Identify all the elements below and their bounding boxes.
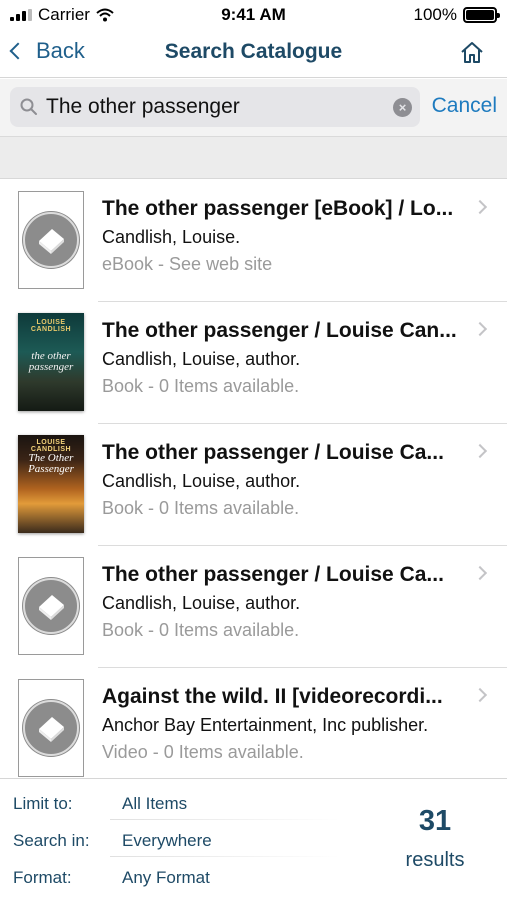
- filter-divider: [110, 856, 340, 857]
- result-row[interactable]: LOUISE CANDLISH The Other Passenger The …: [0, 424, 507, 546]
- cover-author: LOUISE CANDLISH: [30, 439, 72, 453]
- result-format: Book - 0 Items available.: [102, 498, 300, 518]
- result-author: Candlish, Louise.: [102, 227, 241, 247]
- results-header-band: [0, 137, 507, 179]
- result-author: Candlish, Louise, author.: [102, 471, 301, 491]
- search-field[interactable]: ×: [10, 87, 420, 127]
- result-format: eBook - See web site: [102, 254, 273, 274]
- result-row[interactable]: Against the wild. II [videorecordi... An…: [0, 668, 507, 778]
- result-row[interactable]: The other passenger [eBook] / Lo... Cand…: [0, 180, 507, 302]
- cover-author: LOUISE CANDLISH: [30, 319, 72, 333]
- chevron-right-icon: [472, 199, 488, 215]
- result-format: Book - 0 Items available.: [102, 620, 300, 640]
- status-right: 100%: [413, 5, 500, 25]
- cover-title: The Other Passenger: [28, 452, 74, 475]
- clear-x-icon: ×: [398, 100, 407, 115]
- book-icon: [23, 578, 79, 634]
- status-bar: Carrier 9:41 AM 100%: [0, 0, 507, 30]
- battery-percent: 100%: [413, 5, 457, 24]
- result-format: Book - 0 Items available.: [102, 376, 300, 396]
- filter-value: Everywhere: [122, 831, 212, 850]
- result-author: Anchor Bay Entertainment, Inc publisher.: [102, 715, 429, 735]
- result-format: Video - 0 Items available.: [102, 742, 304, 762]
- search-input[interactable]: [46, 93, 386, 121]
- filter-divider: [110, 819, 340, 820]
- filter-label: Limit to:: [13, 794, 73, 813]
- cover-title: the other passenger: [28, 350, 74, 373]
- home-icon: [461, 42, 483, 63]
- search-bar: × Cancel: [0, 79, 507, 137]
- chevron-right-icon: [472, 565, 488, 581]
- results-list[interactable]: The other passenger [eBook] / Lo... Cand…: [0, 180, 507, 778]
- filter-bar: Limit to: All Items Search in: Everywher…: [0, 778, 507, 900]
- result-title: The other passenger [eBook] / Lo...: [102, 197, 454, 220]
- filter-label: Search in:: [13, 831, 90, 850]
- filter-value: All Items: [122, 794, 188, 813]
- result-title: The other passenger / Louise Ca...: [102, 441, 444, 464]
- page-title: Search Catalogue: [164, 40, 343, 63]
- magnifier-icon: [20, 98, 37, 115]
- results-label: results: [405, 849, 465, 871]
- clear-search-button[interactable]: ×: [393, 98, 412, 117]
- book-icon: [23, 700, 79, 756]
- chevron-right-icon: [472, 321, 488, 337]
- battery-fill: [466, 10, 494, 20]
- chevron-right-icon: [472, 687, 488, 703]
- book-cover-image: LOUISE CANDLISH The Other Passenger: [18, 435, 84, 533]
- filter-limit-to[interactable]: Limit to: All Items: [0, 790, 340, 820]
- cancel-button[interactable]: Cancel: [432, 94, 497, 118]
- result-title: The other passenger / Louise Ca...: [102, 563, 444, 586]
- result-title: Against the wild. II [videorecordi...: [102, 685, 443, 708]
- results-count: 31: [418, 805, 452, 837]
- result-row[interactable]: LOUISE CANDLISH the other passenger The …: [0, 302, 507, 424]
- filter-format[interactable]: Format: Any Format: [0, 864, 340, 894]
- filter-value: Any Format: [122, 868, 210, 887]
- filter-search-in[interactable]: Search in: Everywhere: [0, 827, 340, 857]
- home-button[interactable]: [457, 39, 487, 67]
- result-author: Candlish, Louise, author.: [102, 349, 301, 369]
- navigation-bar: Back Search Catalogue: [0, 30, 507, 78]
- result-title: The other passenger / Louise Can...: [102, 319, 457, 342]
- placeholder-thumbnail: [18, 191, 84, 289]
- book-icon: [23, 212, 79, 268]
- result-author: Candlish, Louise, author.: [102, 593, 301, 613]
- result-row[interactable]: The other passenger / Louise Ca... Candl…: [0, 546, 507, 668]
- filter-label: Format:: [13, 868, 72, 887]
- book-cover-image: LOUISE CANDLISH the other passenger: [18, 313, 84, 411]
- placeholder-thumbnail: [18, 557, 84, 655]
- chevron-right-icon: [472, 443, 488, 459]
- battery-icon: [463, 7, 500, 23]
- placeholder-thumbnail: [18, 679, 84, 777]
